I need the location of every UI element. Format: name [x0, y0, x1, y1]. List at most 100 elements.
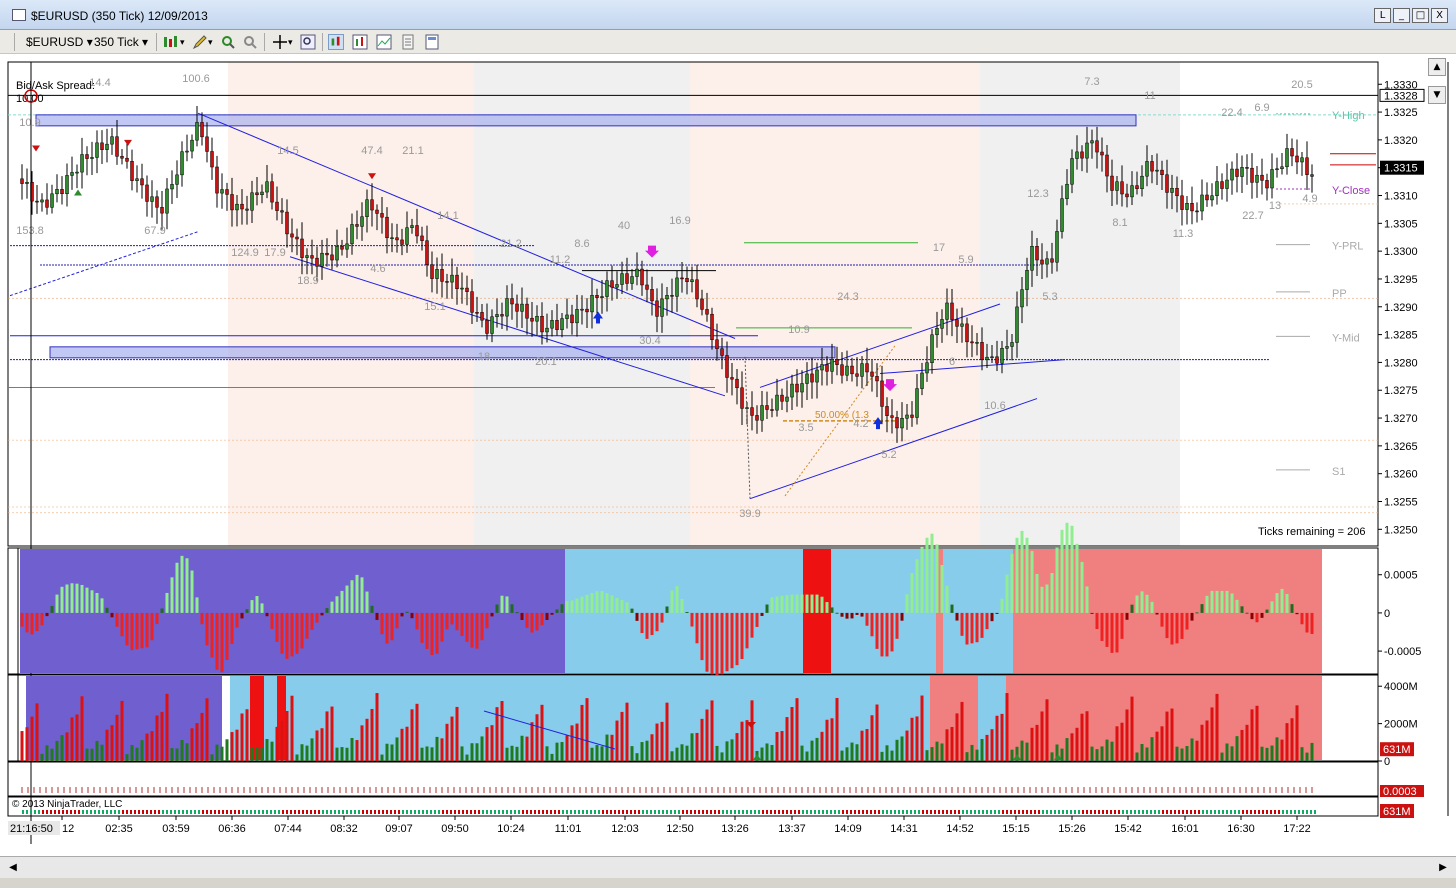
strategies-icon[interactable] [376, 34, 392, 50]
annotation-label: 4.9 [1302, 193, 1317, 205]
candle-body [20, 178, 24, 184]
instrument-selector[interactable]: $EURUSD ▾ [26, 34, 93, 50]
mini-bar [1014, 810, 1016, 814]
candle-body [460, 287, 464, 290]
oscillator-bar [640, 612, 644, 634]
mini-bar [514, 810, 516, 814]
volume-bar [145, 733, 149, 761]
bar-type-icon[interactable] [162, 34, 178, 50]
mini-bar [938, 810, 940, 814]
volume-bar [560, 742, 564, 761]
candle-body [790, 383, 794, 398]
oscillator-bar [655, 612, 659, 632]
annotation-label: 47.4 [361, 145, 382, 157]
oscillator-bar [1150, 601, 1154, 613]
session-shade [690, 62, 980, 546]
volume-bar [1130, 696, 1134, 761]
zoom-icon[interactable] [220, 34, 236, 50]
zoom-out-icon[interactable] [242, 34, 258, 50]
candle-body [515, 303, 519, 312]
mini-bar [302, 810, 304, 814]
price-axis-label: 1.3320 [1384, 135, 1418, 147]
mini-bar [90, 810, 92, 814]
scroll-left-icon[interactable]: ◀ [4, 857, 22, 878]
oscillator-bar [665, 606, 669, 613]
oscillator-bar [410, 612, 414, 619]
candle-body [365, 199, 369, 217]
candle-body [715, 339, 719, 350]
mini-bar [250, 810, 252, 814]
candle-body [805, 373, 809, 384]
candle-body [865, 363, 869, 373]
oscillator-bar [205, 612, 209, 646]
candle [1240, 155, 1244, 194]
oscillator-bar [690, 612, 694, 627]
mini-bar [974, 810, 976, 814]
candle-body [1010, 342, 1014, 347]
oscillator-bar [660, 612, 664, 623]
mini-bar [1110, 810, 1112, 814]
pivot-label: PP [1332, 288, 1347, 300]
oscillator-bar [650, 612, 654, 636]
crosshair-icon[interactable] [272, 34, 288, 50]
pencil-icon[interactable] [192, 34, 208, 50]
mini-bar [578, 810, 580, 814]
price-scrollbar[interactable]: ▲ ▼ [1428, 54, 1448, 108]
chart-area[interactable]: 1.33301.33251.33201.33151.33101.33051.33… [0, 54, 1456, 856]
candle-body [225, 189, 229, 195]
oscillator-bar [1040, 586, 1044, 613]
candle-body [185, 150, 189, 153]
chevron-down-icon[interactable]: ▾ [208, 34, 213, 50]
candle-body [95, 142, 99, 158]
close-button[interactable]: X [1431, 8, 1448, 23]
scroll-up-icon[interactable]: ▲ [1428, 58, 1446, 76]
maximize-button[interactable]: □ [1412, 8, 1429, 23]
mini-bar [1034, 810, 1036, 814]
mini-bar [666, 810, 668, 814]
template-icon[interactable] [424, 34, 440, 50]
volume-bar [1145, 747, 1149, 761]
volume-bar [835, 697, 839, 761]
mini-bar [1282, 810, 1284, 814]
time-scrollbar[interactable]: ◀ ▶ [0, 856, 1456, 878]
period-selector[interactable]: 350 Tick ▾ [94, 34, 148, 50]
mini-bar [246, 810, 248, 814]
chevron-down-icon[interactable]: ▾ [180, 34, 185, 50]
mini-bar [770, 810, 772, 814]
osc-axis-label: -0.0005 [1384, 646, 1421, 658]
volume-bar [1070, 733, 1074, 761]
mini-bar [634, 810, 636, 814]
oscillator-bar [750, 612, 754, 638]
oscillator-bar [370, 605, 374, 613]
minimize-button[interactable]: _ [1393, 8, 1410, 23]
restore-left-button[interactable]: L [1374, 8, 1391, 23]
mini-bar [1286, 810, 1288, 814]
oscillator-bar [885, 612, 889, 657]
candle-body [150, 196, 154, 202]
mini-value-label: 631M [1383, 806, 1411, 818]
chevron-down-icon[interactable]: ▾ [288, 34, 293, 50]
candle [1295, 139, 1299, 175]
oscillator-bar [505, 596, 509, 613]
mini-bar [230, 810, 232, 814]
scroll-down-icon[interactable]: ▼ [1428, 86, 1446, 104]
candle-body [550, 320, 554, 329]
scroll-right-icon[interactable]: ▶ [1434, 857, 1452, 878]
oscillator-bar [245, 609, 249, 613]
annotation-label: 11.3 [1173, 228, 1194, 240]
magnifier-icon[interactable] [300, 34, 316, 50]
properties-icon[interactable] [400, 34, 416, 50]
volume-bar [895, 739, 899, 761]
oscillator-bar [270, 612, 274, 630]
mini-bar [78, 810, 80, 814]
indicators-icon[interactable] [352, 34, 368, 50]
candle-body [1105, 154, 1109, 177]
mini-bar [290, 810, 292, 814]
oscillator-bar [725, 612, 729, 672]
oscillator-bar [420, 612, 424, 643]
mini-bar [1090, 810, 1092, 814]
time-axis-label: 09:50 [441, 823, 469, 835]
mini-bar [1206, 810, 1208, 814]
chart-style-icon[interactable] [328, 34, 344, 50]
volume-bar [1285, 723, 1289, 761]
